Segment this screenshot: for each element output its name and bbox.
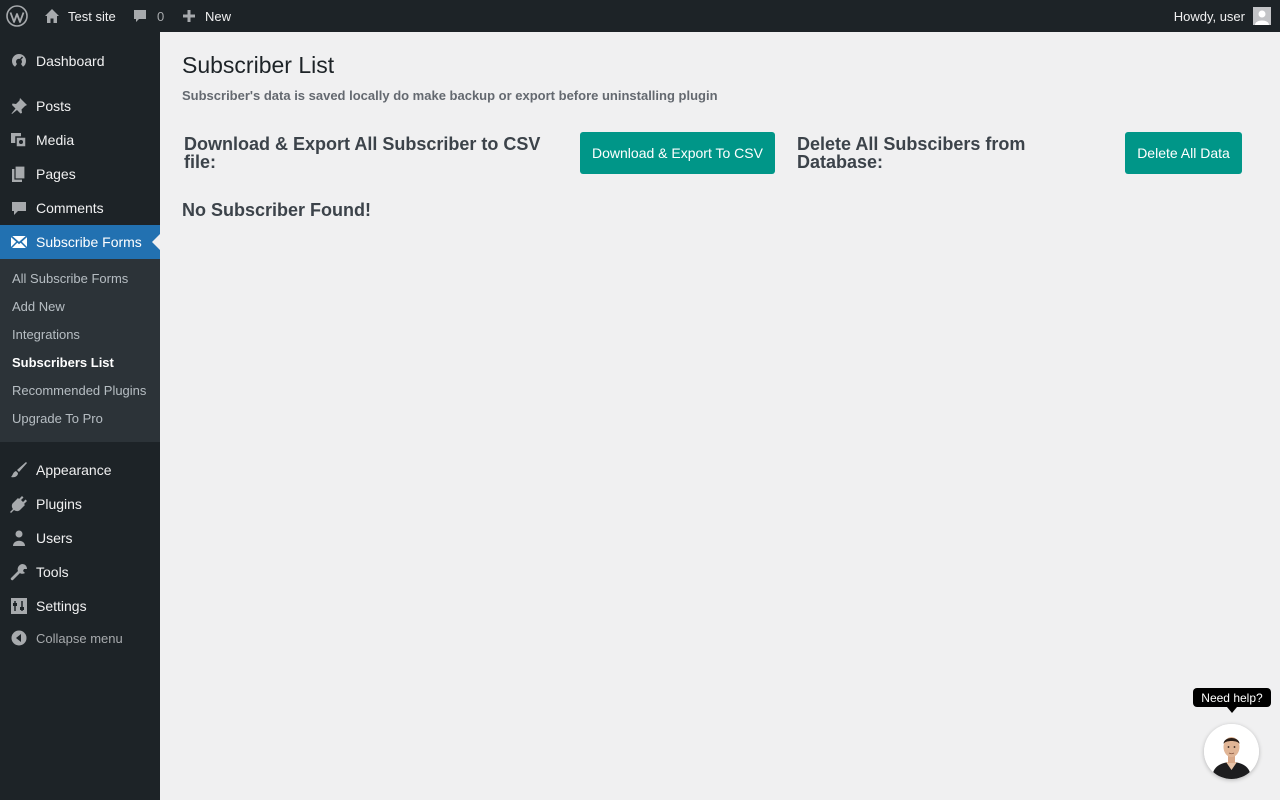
page-title: Subscriber List <box>182 52 335 78</box>
howdy-text: Howdy, user <box>1173 8 1245 24</box>
submenu-item-integrations[interactable]: Integrations <box>12 327 80 342</box>
menu-item-subscribe-forms[interactable]: Subscribe Forms <box>0 225 160 259</box>
menu-item-appearance[interactable]: Appearance <box>0 453 160 487</box>
collapse-label: Collapse menu <box>36 630 123 646</box>
site-name: Test site <box>68 8 116 24</box>
admin-sidebar: Dashboard Posts Media Pages Comments Sub… <box>0 32 160 800</box>
plus-icon <box>183 10 195 22</box>
empty-state-message: No Subscriber Found! <box>182 200 371 220</box>
comments-link[interactable]: 0 <box>132 0 164 32</box>
export-label: Download & Export All Subscriber to CSV … <box>184 134 541 172</box>
pages-icon <box>9 164 29 184</box>
collapse-menu-button[interactable]: Collapse menu <box>0 621 160 655</box>
dashboard-icon <box>9 51 29 71</box>
menu-label: Plugins <box>36 496 82 512</box>
menu-label: Dashboard <box>36 53 105 69</box>
site-name-link[interactable]: Test site <box>44 0 116 32</box>
menu-label: Pages <box>36 166 76 182</box>
wordpress-logo-icon[interactable] <box>6 0 28 32</box>
admin-bar: Test site 0 New Howdy, user <box>0 0 1280 32</box>
wrench-icon <box>9 562 29 582</box>
home-icon <box>45 9 59 23</box>
menu-label: Comments <box>36 200 104 216</box>
plug-icon <box>9 494 29 514</box>
submenu-item-subscribers-list[interactable]: Subscribers List <box>12 355 114 370</box>
comment-icon <box>9 198 29 218</box>
comment-icon <box>134 10 146 22</box>
account-menu[interactable]: Howdy, user <box>1174 0 1271 32</box>
subscribe-forms-submenu: All Subscribe Forms Add New Integrations… <box>0 259 160 442</box>
delete-label: Delete All Subscibers from Database: <box>797 134 1026 172</box>
menu-item-posts[interactable]: Posts <box>0 89 160 123</box>
menu-label: Posts <box>36 98 72 114</box>
menu-item-plugins[interactable]: Plugins <box>0 487 160 521</box>
menu-label: Settings <box>36 598 87 614</box>
menu-item-tools[interactable]: Tools <box>0 555 160 589</box>
comments-count: 0 <box>157 8 165 24</box>
need-help-tooltip: Need help? <box>1193 688 1271 713</box>
menu-label: Users <box>36 530 73 546</box>
media-icon <box>9 130 29 150</box>
menu-item-users[interactable]: Users <box>0 521 160 555</box>
menu-item-dashboard[interactable]: Dashboard <box>0 44 160 78</box>
menu-item-media[interactable]: Media <box>0 123 160 157</box>
menu-label: Media <box>36 132 75 148</box>
backup-notice: Subscriber's data is saved locally do ma… <box>182 88 718 103</box>
main-content: Subscriber List Subscriber's data is sav… <box>160 32 1280 800</box>
envelope-icon <box>9 232 29 252</box>
submenu-item-add-new[interactable]: Add New <box>12 299 65 314</box>
delete-all-data-button[interactable]: Delete All Data <box>1125 132 1242 174</box>
avatar <box>1253 7 1271 25</box>
brush-icon <box>9 460 29 480</box>
menu-label: Tools <box>36 564 69 580</box>
menu-label: Subscribe Forms <box>36 234 142 250</box>
collapse-arrow-icon <box>9 628 29 648</box>
new-label: New <box>205 8 232 24</box>
submenu-item-recommended-plugins[interactable]: Recommended Plugins <box>12 383 146 398</box>
new-content-link[interactable]: New <box>182 0 231 32</box>
submenu-item-all-subscribe-forms[interactable]: All Subscribe Forms <box>12 271 128 286</box>
menu-item-pages[interactable]: Pages <box>0 157 160 191</box>
help-chat-avatar[interactable] <box>1204 724 1259 779</box>
user-icon <box>9 528 29 548</box>
pin-icon <box>9 96 29 116</box>
menu-item-settings[interactable]: Settings <box>0 589 160 623</box>
submenu-item-upgrade-to-pro[interactable]: Upgrade To Pro <box>12 411 103 426</box>
settings-icon <box>9 596 29 616</box>
menu-label: Appearance <box>36 462 112 478</box>
menu-item-comments[interactable]: Comments <box>0 191 160 225</box>
download-export-csv-button[interactable]: Download & Export To CSV <box>580 132 775 174</box>
